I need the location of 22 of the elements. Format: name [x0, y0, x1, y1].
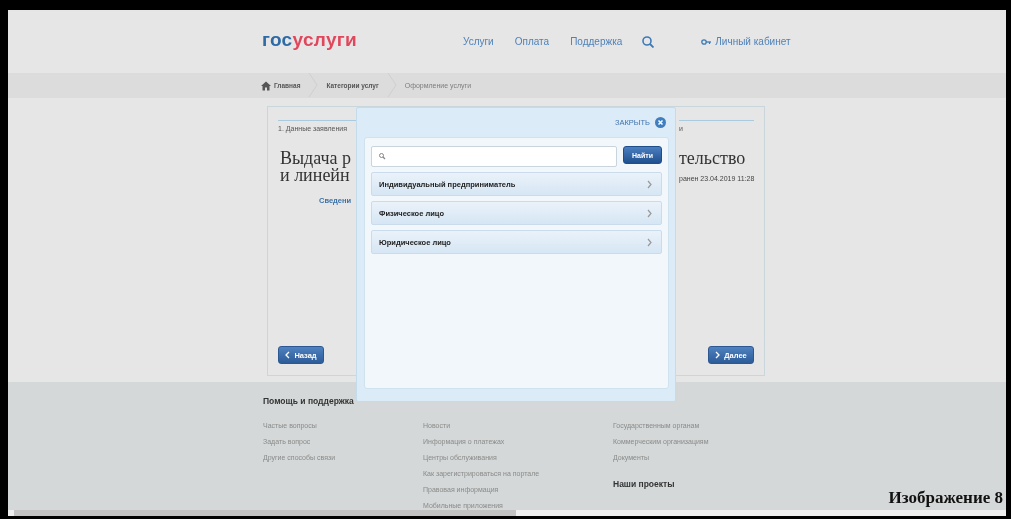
chevron-right-icon [647, 237, 652, 247]
close-icon [655, 117, 666, 128]
home-icon [261, 80, 271, 91]
scrollbar-thumb[interactable] [14, 510, 516, 516]
footer-heading: Помощь и поддержка [263, 396, 355, 408]
search-icon[interactable] [642, 35, 655, 48]
search-icon [379, 153, 386, 160]
nav-link[interactable]: Оплата [514, 36, 550, 47]
footer-heading: Наши проекты [613, 479, 676, 491]
chevron-right-icon [647, 208, 652, 218]
search-field[interactable] [371, 146, 617, 167]
chevron-right-icon [715, 350, 721, 360]
page-title: Выдача р и линейн [280, 150, 353, 184]
logo[interactable]: госуслуги [253, 28, 357, 51]
chevron-right-icon [647, 179, 652, 189]
key-icon [701, 37, 712, 46]
page-title: тельство [679, 150, 747, 167]
account-link[interactable]: Личный кабинет [701, 36, 791, 47]
nav-link[interactable]: Поддержка [570, 36, 623, 47]
chevron-left-icon [285, 350, 291, 360]
figure-caption: Изображение 8 [888, 488, 1003, 508]
nav-link[interactable]: Услуги [462, 36, 494, 47]
